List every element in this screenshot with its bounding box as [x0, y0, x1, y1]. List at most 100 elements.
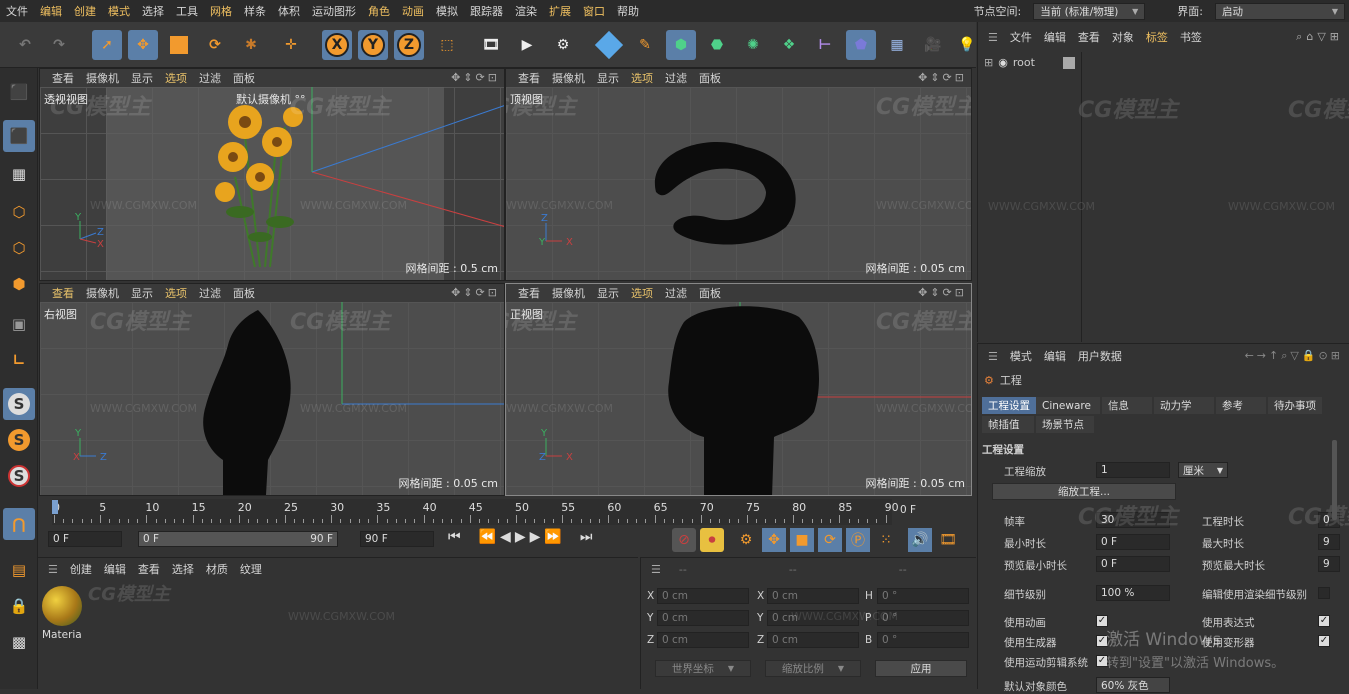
- vp-menu-display[interactable]: 显示: [591, 70, 625, 86]
- move-icon[interactable]: ✥: [128, 30, 158, 60]
- project-unit-select[interactable]: 厘米 ▼: [1178, 462, 1228, 478]
- snap-icon[interactable]: S: [3, 388, 35, 420]
- render-lod-checkbox[interactable]: [1318, 587, 1330, 599]
- mograph-icon[interactable]: ❖: [774, 30, 804, 60]
- tab-reference[interactable]: 参考: [1216, 397, 1266, 414]
- vp-menu-camera[interactable]: 摄像机: [80, 70, 125, 86]
- playhead[interactable]: [52, 500, 58, 514]
- go-to-end-icon[interactable]: ⏭: [580, 529, 593, 551]
- next-frame-icon[interactable]: ▶: [530, 529, 541, 551]
- vp-menu-display[interactable]: 显示: [125, 285, 159, 301]
- menu-window[interactable]: 窗口: [577, 3, 611, 19]
- render-settings-icon[interactable]: ⚙: [548, 30, 578, 60]
- mat-menu-material[interactable]: 材质: [200, 561, 234, 577]
- field-icon[interactable]: ⬟: [846, 30, 876, 60]
- menu-select[interactable]: 选择: [136, 3, 170, 19]
- key-position-icon[interactable]: ✥: [762, 528, 786, 552]
- z-axis-lock-button[interactable]: Z: [394, 30, 424, 60]
- vp-menu-filter[interactable]: 过滤: [659, 70, 693, 86]
- mat-menu-select[interactable]: 选择: [166, 561, 200, 577]
- mat-menu-view[interactable]: 查看: [132, 561, 166, 577]
- menu-mesh[interactable]: 网格: [204, 3, 238, 19]
- redo-icon[interactable]: ↷: [44, 30, 74, 60]
- menu-volume[interactable]: 体积: [272, 3, 306, 19]
- layout-select[interactable]: 启动 ▼: [1215, 2, 1345, 20]
- vp-menu-camera[interactable]: 摄像机: [546, 70, 591, 86]
- world-coordinates-select[interactable]: 世界坐标 ▼: [655, 660, 751, 677]
- project-scale-field[interactable]: 1: [1096, 462, 1170, 478]
- vp-menu-view[interactable]: 查看: [46, 70, 80, 86]
- vp-menu-view[interactable]: 查看: [512, 285, 546, 301]
- viewport-canvas[interactable]: 右视图 YXZ 网格间距 : 0.05 cm CG模型主 CG模型主 WWW.C…: [40, 302, 504, 495]
- cloner-icon[interactable]: ✺: [738, 30, 768, 60]
- viewport-canvas[interactable]: 正视图 YZX 网格间距 : 0.05 cm CG模型主 CG模型主 WWW.C…: [506, 302, 971, 495]
- vp-menu-view[interactable]: 查看: [512, 70, 546, 86]
- vp-menu-display[interactable]: 显示: [125, 70, 159, 86]
- viewport-canvas[interactable]: 透视视图 默认摄像机 °° YZX 网格间距 : 0.5 cm CG模型主 CG…: [40, 87, 504, 280]
- coordinate-system-icon[interactable]: ⬚: [432, 30, 462, 60]
- timeline-ruler[interactable]: 051015202530354045505560657075808590: [52, 499, 899, 525]
- vp-menu-panel[interactable]: 面板: [693, 70, 727, 86]
- obj-menu-edit[interactable]: 编辑: [1038, 29, 1072, 45]
- viewport-nav-icons[interactable]: ✥⇕⟳⊡: [451, 286, 500, 299]
- film-icon[interactable]: 🎞: [936, 528, 960, 552]
- vp-menu-options[interactable]: 选项: [159, 285, 193, 301]
- menu-tracker[interactable]: 跟踪器: [464, 3, 509, 19]
- vp-menu-camera[interactable]: 摄像机: [546, 285, 591, 301]
- obj-menu-file[interactable]: 文件: [1004, 29, 1038, 45]
- menu-render[interactable]: 渲染: [509, 3, 543, 19]
- use-expressions-checkbox[interactable]: ✓: [1318, 615, 1330, 627]
- prev-frame-icon[interactable]: ◀: [500, 529, 511, 551]
- tab-info[interactable]: 信息: [1102, 397, 1152, 414]
- root-item[interactable]: ⊞ ◉ root: [978, 52, 1081, 73]
- texture-mode-icon[interactable]: ▦: [3, 158, 35, 190]
- snap-settings-icon[interactable]: S: [3, 424, 35, 456]
- vp-menu-panel[interactable]: 面板: [693, 285, 727, 301]
- go-to-start-icon[interactable]: ⏮: [448, 529, 461, 551]
- start-frame-field[interactable]: 0 F: [48, 531, 122, 547]
- menu-create[interactable]: 创建: [68, 3, 102, 19]
- menu-character[interactable]: 角色: [362, 3, 396, 19]
- vp-menu-panel[interactable]: 面板: [227, 285, 261, 301]
- preview-min-field[interactable]: 0 F: [1096, 556, 1170, 572]
- coord-value-field[interactable]: 0 cm: [657, 632, 749, 648]
- vp-menu-camera[interactable]: 摄像机: [80, 285, 125, 301]
- vp-menu-filter[interactable]: 过滤: [193, 70, 227, 86]
- attr-menu-mode[interactable]: 模式: [1004, 348, 1038, 364]
- use-deformers-checkbox[interactable]: ✓: [1318, 635, 1330, 647]
- menu-simulate[interactable]: 模拟: [430, 3, 464, 19]
- key-scale-icon[interactable]: ■: [790, 528, 814, 552]
- render-picture-viewer-icon[interactable]: ▶: [512, 30, 542, 60]
- coord-value-field[interactable]: 0 °: [877, 632, 969, 648]
- edge-mode-icon[interactable]: ⬡: [3, 232, 35, 264]
- menu-mograph[interactable]: 运动图形: [306, 3, 362, 19]
- material-swatch[interactable]: Materia: [42, 586, 86, 648]
- attribute-scrollbar[interactable]: [1332, 440, 1337, 520]
- keyframe-selection-icon[interactable]: ⚙: [734, 528, 758, 552]
- scale-project-button[interactable]: 缩放工程...: [992, 483, 1176, 500]
- vp-menu-filter[interactable]: 过滤: [193, 285, 227, 301]
- attribute-nav-icons[interactable]: ←→↑⌕▽🔒⊙⊞: [1245, 349, 1343, 363]
- scale-icon[interactable]: [164, 30, 194, 60]
- lod-field[interactable]: 100 %: [1096, 585, 1170, 601]
- menu-tools[interactable]: 工具: [170, 3, 204, 19]
- rotate-icon[interactable]: ⟳: [200, 30, 230, 60]
- hamburger-icon[interactable]: ☰: [982, 31, 1004, 44]
- viewport-top[interactable]: 查看 摄像机 显示 选项 过滤 面板 ✥⇕⟳⊡ 顶视图 Z Y X 网格间距 : 0…: [505, 68, 972, 281]
- mat-menu-create[interactable]: 创建: [64, 561, 98, 577]
- mat-menu-texture[interactable]: 纹理: [234, 561, 268, 577]
- obj-menu-tags[interactable]: 标签: [1140, 29, 1174, 45]
- workplane-icon[interactable]: ▤: [3, 554, 35, 586]
- uv-mode-icon[interactable]: ▣: [3, 308, 35, 340]
- menu-help[interactable]: 帮助: [611, 3, 645, 19]
- apply-button[interactable]: 应用: [875, 660, 967, 677]
- vp-menu-panel[interactable]: 面板: [227, 70, 261, 86]
- camera-label[interactable]: 默认摄像机 °°: [236, 91, 306, 107]
- obj-menu-view[interactable]: 查看: [1072, 29, 1106, 45]
- point-mode-icon[interactable]: ⬡: [3, 196, 35, 228]
- vp-menu-filter[interactable]: 过滤: [659, 285, 693, 301]
- node-space-select[interactable]: 当前 (标准/物理) ▼: [1033, 2, 1146, 20]
- y-axis-lock-button[interactable]: Y: [358, 30, 388, 60]
- play-icon[interactable]: ▶: [515, 529, 526, 551]
- key-rotation-icon[interactable]: ⟳: [818, 528, 842, 552]
